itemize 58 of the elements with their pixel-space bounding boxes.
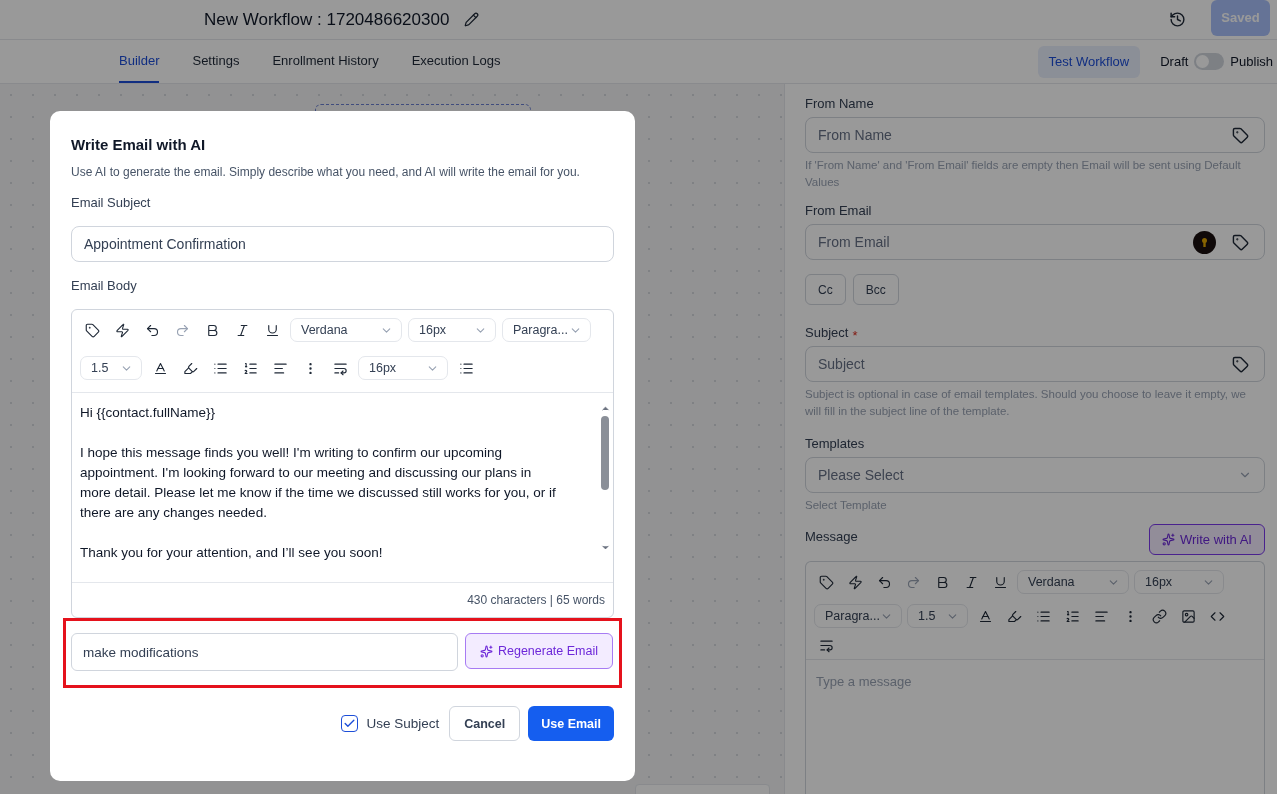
- placeholder: From Email: [818, 234, 891, 250]
- field-label: From Email: [805, 203, 873, 218]
- message-editor[interactable]: Verdana 16px Paragra... 1.5 Type a message: [805, 561, 1265, 794]
- use-email-button[interactable]: Use Email: [528, 706, 614, 741]
- tab[interactable]: Enrollment History: [272, 40, 379, 83]
- body-paragraph: Thank you for your attention, and I’ll see you soon!: [80, 544, 384, 562]
- from-email-field[interactable]: From Email: [805, 224, 1265, 260]
- dialog-description: Use AI to generate the email. Simply describe what you need, and AI will write the email for you.: [71, 165, 581, 179]
- email-subject-field[interactable]: Appointment Confirmation: [71, 226, 614, 262]
- email-body-editor[interactable]: [71, 309, 614, 618]
- templates-dropdown[interactable]: Please Select: [805, 457, 1265, 493]
- dropdown[interactable]: 1.5: [907, 604, 968, 628]
- checkbox-label: Use Subject: [366, 716, 440, 731]
- subject-field[interactable]: Subject: [805, 346, 1265, 382]
- help-text: If 'From Name' and 'From Email' fields are empty then Email will be sent using Default Values: [805, 158, 1242, 190]
- body-paragraph: Hi {{contact.fullName}}: [80, 404, 217, 422]
- publish-toggle[interactable]: [1194, 53, 1225, 70]
- sparkle-icon: [479, 644, 493, 658]
- field-label: Email Body: [71, 278, 138, 293]
- help-text: Select Template: [805, 498, 888, 513]
- placeholder: From Name: [818, 127, 893, 143]
- required-mark: *: [852, 328, 858, 343]
- field-label: Message: [805, 529, 858, 544]
- keyhole-icon: [1193, 230, 1216, 254]
- dropdown[interactable]: 16px: [408, 318, 496, 342]
- dropdown[interactable]: Paragra...: [814, 604, 902, 628]
- prompt-field[interactable]: make modifications: [71, 633, 458, 671]
- scroll-thumb[interactable]: [601, 416, 609, 490]
- regenerate-email-button[interactable]: Regenerate Email: [465, 633, 613, 669]
- checkmark-icon: [343, 717, 357, 730]
- placeholder: Subject: [818, 356, 866, 372]
- dropdown[interactable]: Verdana: [1017, 570, 1129, 594]
- cancel-button[interactable]: Cancel: [449, 706, 521, 741]
- toggle-label: Publish: [1230, 54, 1273, 69]
- tab[interactable]: Execution Logs: [411, 40, 501, 83]
- field-label: Templates: [805, 436, 866, 451]
- tab[interactable]: Settings: [192, 40, 240, 83]
- copy-button[interactable]: Cc: [805, 274, 846, 305]
- dropdown[interactable]: 1.5: [80, 356, 142, 380]
- character-count: 430 characters | 65 words: [467, 592, 606, 609]
- from-name-field[interactable]: From Name: [805, 117, 1265, 153]
- copy-button[interactable]: Bcc: [852, 274, 899, 305]
- dropdown[interactable]: 16px: [358, 356, 448, 380]
- test-workflow-button[interactable]: Test Workflow: [1037, 45, 1141, 78]
- dialog-title: Write Email with AI: [71, 136, 207, 153]
- toggle-label: Draft: [1160, 54, 1189, 69]
- field-label: From Name: [805, 96, 875, 111]
- use-subject-checkbox[interactable]: [341, 715, 359, 732]
- field-label: Subject: [805, 325, 849, 340]
- write-with-ai-button[interactable]: Write with AI: [1149, 524, 1265, 555]
- dropdown[interactable]: Paragra...: [502, 318, 591, 342]
- dropdown[interactable]: Verdana: [290, 318, 402, 342]
- workflow-title: New Workflow : 1720486620300: [204, 9, 450, 30]
- body-paragraph: I hope this message finds you well! I'm writing to confirm our upcoming appointment. I'm looking forward to our meeting and discussing our plans in more detail. Please let me know if the time we discussed still works for you, or if there are any changes needed.: [80, 444, 557, 522]
- dropdown[interactable]: 16px: [1134, 570, 1224, 594]
- sparkle-icon: [1162, 533, 1175, 546]
- placeholder: Type a message: [815, 673, 913, 691]
- field-label: Email Subject: [71, 195, 152, 210]
